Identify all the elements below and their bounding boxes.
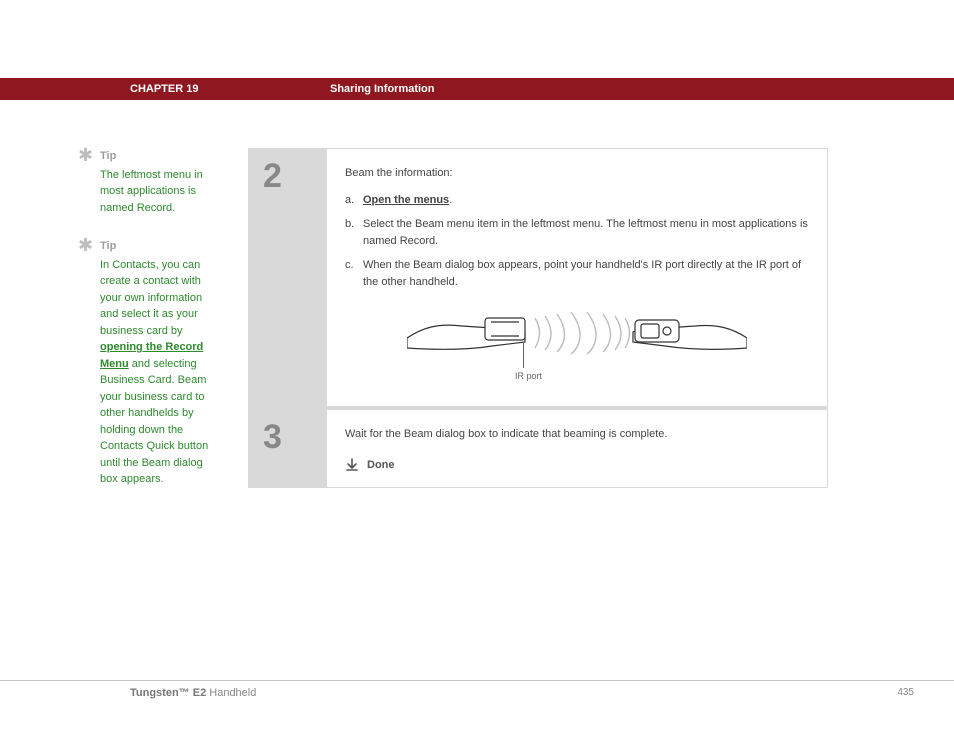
substep-letter: b.: [345, 216, 363, 249]
asterisk-icon: ✱: [78, 146, 93, 164]
step-intro: Beam the information:: [345, 165, 809, 182]
tip-label: Tip: [100, 238, 220, 255]
product-name: Tungsten™ E2 Handheld: [130, 687, 256, 699]
substep-text: Open the menus.: [363, 192, 452, 209]
main-steps: 2 Beam the information: a. Open the menu…: [248, 148, 828, 488]
step-number: 3: [249, 410, 327, 487]
tip-label: Tip: [100, 148, 220, 165]
tip-text-pre: In Contacts, you can create a contact wi…: [100, 259, 202, 337]
chapter-label: CHAPTER 19: [0, 83, 330, 95]
ir-port-label: IR port: [515, 370, 542, 384]
substep-letter: c.: [345, 257, 363, 290]
tip-body: In Contacts, you can create a contact wi…: [100, 257, 220, 488]
step-number: 2: [249, 149, 327, 406]
step-body: Beam the information: a. Open the menus.…: [327, 149, 827, 406]
tip-body: The leftmost menu in most applications i…: [100, 167, 220, 217]
step: 2 Beam the information: a. Open the menu…: [249, 149, 827, 406]
tip-text: The leftmost menu in most applications i…: [100, 169, 203, 214]
done-arrow-icon: [345, 458, 359, 472]
substep: c. When the Beam dialog box appears, poi…: [345, 257, 809, 290]
page-number: 435: [897, 687, 914, 699]
sidebar-tips: ✱ Tip The leftmost menu in most applicat…: [0, 148, 240, 510]
substep: a. Open the menus.: [345, 192, 809, 209]
asterisk-icon: ✱: [78, 236, 93, 254]
ir-beam-svg: [407, 298, 747, 370]
substep-text: When the Beam dialog box appears, point …: [363, 257, 809, 290]
substep: b. Select the Beam menu item in the left…: [345, 216, 809, 249]
tip: ✱ Tip The leftmost menu in most applicat…: [100, 148, 220, 216]
step-container: 2 Beam the information: a. Open the menu…: [248, 148, 828, 488]
substep-letter: a.: [345, 192, 363, 209]
done-label: Done: [367, 457, 395, 474]
chapter-header: CHAPTER 19 Sharing Information: [0, 78, 954, 100]
open-menus-link[interactable]: Open the menus: [363, 194, 449, 206]
substep-post: .: [449, 194, 452, 206]
product-bold: Tungsten™ E2: [130, 687, 206, 699]
step-intro: Wait for the Beam dialog box to indicate…: [345, 426, 809, 443]
tip-text-post: and selecting Business Card. Beam your b…: [100, 358, 208, 486]
step-body: Wait for the Beam dialog box to indicate…: [327, 410, 827, 487]
product-rest: Handheld: [206, 687, 256, 699]
section-label: Sharing Information: [330, 83, 435, 95]
done-row: Done: [345, 457, 809, 474]
ir-pointer-line: [523, 342, 524, 368]
step: 3 Wait for the Beam dialog box to indica…: [249, 406, 827, 487]
beam-illustration: IR port: [407, 298, 747, 390]
tip: ✱ Tip In Contacts, you can create a cont…: [100, 238, 220, 488]
substep-text: Select the Beam menu item in the leftmos…: [363, 216, 809, 249]
page-footer: Tungsten™ E2 Handheld 435: [0, 680, 954, 699]
